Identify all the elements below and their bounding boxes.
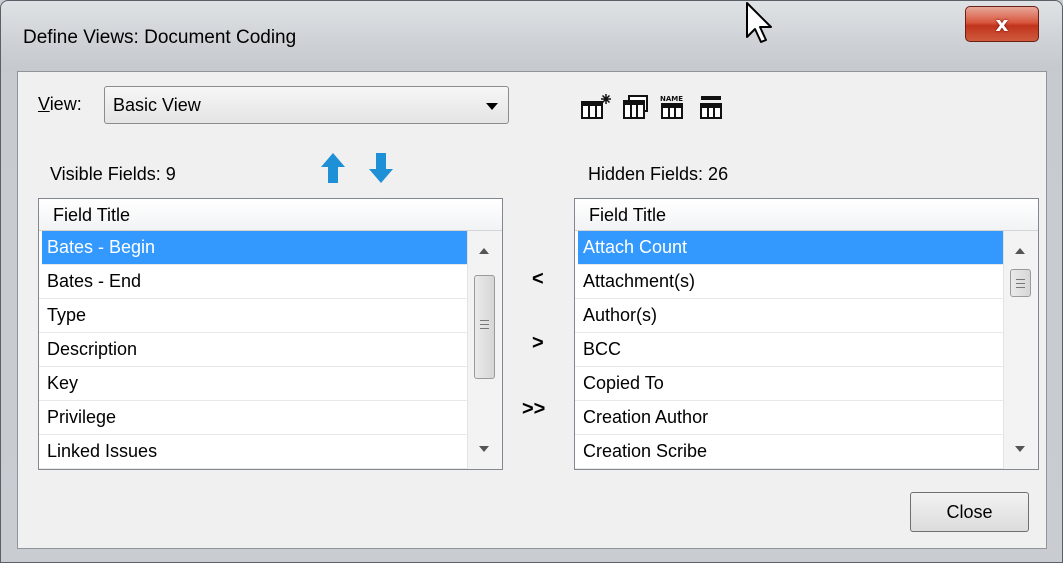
list-item[interactable]: Linked Issues xyxy=(39,435,468,469)
scrollbar-thumb[interactable] xyxy=(1010,269,1031,297)
mouse-cursor-icon xyxy=(746,2,772,43)
delete-view-icon[interactable] xyxy=(698,93,728,121)
list-item[interactable]: Attachment(s) xyxy=(575,265,1004,299)
window-close-button[interactable]: x xyxy=(965,6,1039,42)
move-to-visible-button[interactable]: < xyxy=(532,268,544,291)
list-item[interactable]: Author(s) xyxy=(575,299,1004,333)
scroll-down-arrow-icon[interactable] xyxy=(479,446,489,452)
window-title: Define Views: Document Coding xyxy=(23,27,297,48)
title-bar: Define Views: Document Coding x xyxy=(1,1,1062,71)
svg-text:NAME: NAME xyxy=(660,95,683,103)
visible-fields-label: Visible Fields: 9 xyxy=(50,164,176,184)
scroll-up-arrow-icon[interactable] xyxy=(1015,248,1025,254)
close-button[interactable]: Close xyxy=(910,492,1029,532)
list-item[interactable]: Copied To xyxy=(575,367,1004,401)
move-all-to-hidden-button[interactable]: >> xyxy=(522,398,545,421)
view-dropdown-value: Basic View xyxy=(113,95,201,115)
rename-view-icon[interactable]: NAME xyxy=(658,93,690,121)
scrollbar-thumb[interactable] xyxy=(474,275,495,379)
move-to-hidden-button[interactable]: > xyxy=(532,332,544,355)
list-item[interactable]: Creation Scribe xyxy=(575,435,1004,469)
scroll-up-arrow-icon[interactable] xyxy=(479,248,489,254)
move-down-arrow-icon[interactable] xyxy=(368,152,394,184)
visible-fields-list[interactable]: Field Title Bates - Begin Bates - End Ty… xyxy=(38,198,503,470)
hidden-fields-list[interactable]: Field Title Attach Count Attachment(s) A… xyxy=(574,198,1039,470)
view-label: View: xyxy=(38,94,82,114)
dialog-body: View: Basic View NAME Visible Fields: 9 … xyxy=(17,71,1047,549)
list-item[interactable]: Description xyxy=(39,333,468,367)
list-item[interactable]: Bates - Begin xyxy=(42,231,468,265)
dialog-window: Define Views: Document Coding x View: Ba… xyxy=(0,0,1063,563)
copy-view-icon[interactable] xyxy=(622,93,652,121)
new-view-icon[interactable] xyxy=(580,93,614,121)
scroll-down-arrow-icon[interactable] xyxy=(1015,446,1025,452)
list-item[interactable]: Creation Author xyxy=(575,401,1004,435)
list-item[interactable]: Privilege xyxy=(39,401,468,435)
list-item[interactable]: Bates - End xyxy=(39,265,468,299)
view-dropdown[interactable]: Basic View xyxy=(104,86,509,124)
list-item[interactable]: BCC xyxy=(575,333,1004,367)
list-item[interactable]: Type xyxy=(39,299,468,333)
list-item[interactable]: Key xyxy=(39,367,468,401)
vertical-scrollbar[interactable] xyxy=(467,231,502,469)
move-up-arrow-icon[interactable] xyxy=(320,152,346,184)
column-header-field-title[interactable]: Field Title xyxy=(575,199,1038,231)
hidden-fields-label: Hidden Fields: 26 xyxy=(588,164,729,184)
column-header-field-title[interactable]: Field Title xyxy=(39,199,502,231)
chevron-down-icon xyxy=(486,103,498,110)
list-item[interactable]: Attach Count xyxy=(578,231,1004,265)
vertical-scrollbar[interactable] xyxy=(1003,231,1038,469)
